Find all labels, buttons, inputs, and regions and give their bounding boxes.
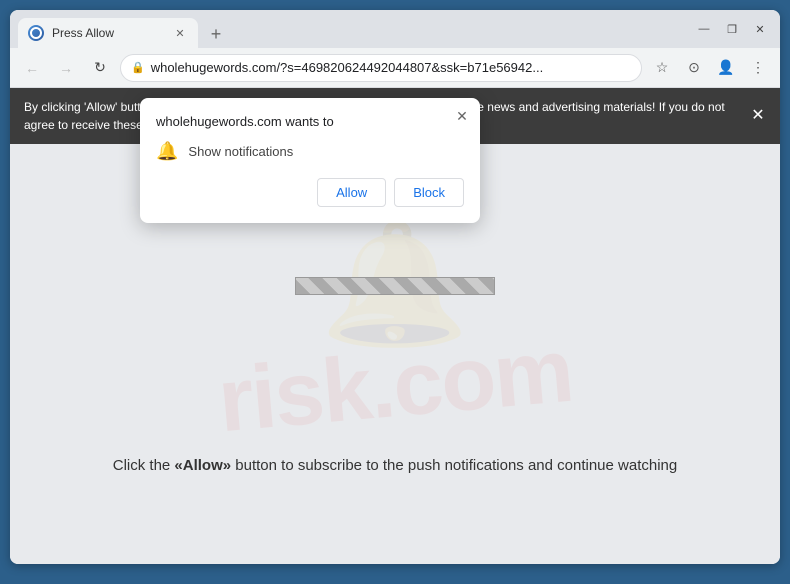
maximize-button[interactable]: ❐ — [720, 17, 744, 41]
toolbar: ← → ↻ 🔒 wholehugewords.com/?s=4698206244… — [10, 48, 780, 88]
reload-button[interactable]: ↻ — [86, 54, 114, 82]
loading-bar-container — [295, 277, 495, 295]
browser-window: Press Allow ✕ + — ❐ ✕ ← → ↻ 🔒 wholehugew… — [10, 10, 780, 564]
popup-permission-row: 🔔 Show notifications — [156, 141, 464, 162]
tab-favicon-icon — [28, 25, 44, 41]
tab-title: Press Allow — [52, 26, 164, 40]
block-button[interactable]: Block — [394, 178, 464, 207]
address-bar[interactable]: 🔒 wholehugewords.com/?s=4698206244920448… — [120, 54, 642, 82]
back-button[interactable]: ← — [18, 54, 46, 82]
cast-button[interactable]: ⊙ — [680, 54, 708, 82]
forward-button[interactable]: → — [52, 54, 80, 82]
bell-icon: 🔔 — [156, 141, 178, 162]
popup-close-button[interactable]: ✕ — [452, 106, 472, 126]
menu-button[interactable]: ⋮ — [744, 54, 772, 82]
title-bar: Press Allow ✕ + — ❐ ✕ — [10, 10, 780, 48]
close-button[interactable]: ✕ — [748, 17, 772, 41]
loading-bar — [295, 277, 495, 295]
account-button[interactable]: 👤 — [712, 54, 740, 82]
popup-permission-text: Show notifications — [188, 144, 293, 159]
tab-area: Press Allow ✕ + — [18, 10, 680, 48]
address-text: wholehugewords.com/?s=469820624492044807… — [151, 60, 631, 75]
popup-buttons: Allow Block — [156, 178, 464, 207]
popup-title: wholehugewords.com wants to — [156, 114, 464, 129]
bookmark-button[interactable]: ☆ — [648, 54, 676, 82]
page-message: Click the «Allow» button to subscribe to… — [10, 457, 780, 474]
lock-icon: 🔒 — [131, 61, 145, 74]
toolbar-icons: ☆ ⊙ 👤 ⋮ — [648, 54, 772, 82]
allow-button[interactable]: Allow — [317, 178, 386, 207]
new-tab-button[interactable]: + — [202, 20, 230, 48]
notification-popup: ✕ wholehugewords.com wants to 🔔 Show not… — [140, 98, 480, 223]
window-controls: — ❐ ✕ — [692, 17, 772, 41]
banner-close-button[interactable]: ✕ — [746, 104, 770, 128]
tab-close-button[interactable]: ✕ — [172, 25, 188, 41]
active-tab[interactable]: Press Allow ✕ — [18, 18, 198, 48]
watermark-text: risk.com — [214, 319, 576, 452]
minimize-button[interactable]: — — [692, 17, 716, 41]
page-content: 🔔 risk.com ✕ wholehugewords.com wants to… — [10, 88, 780, 564]
